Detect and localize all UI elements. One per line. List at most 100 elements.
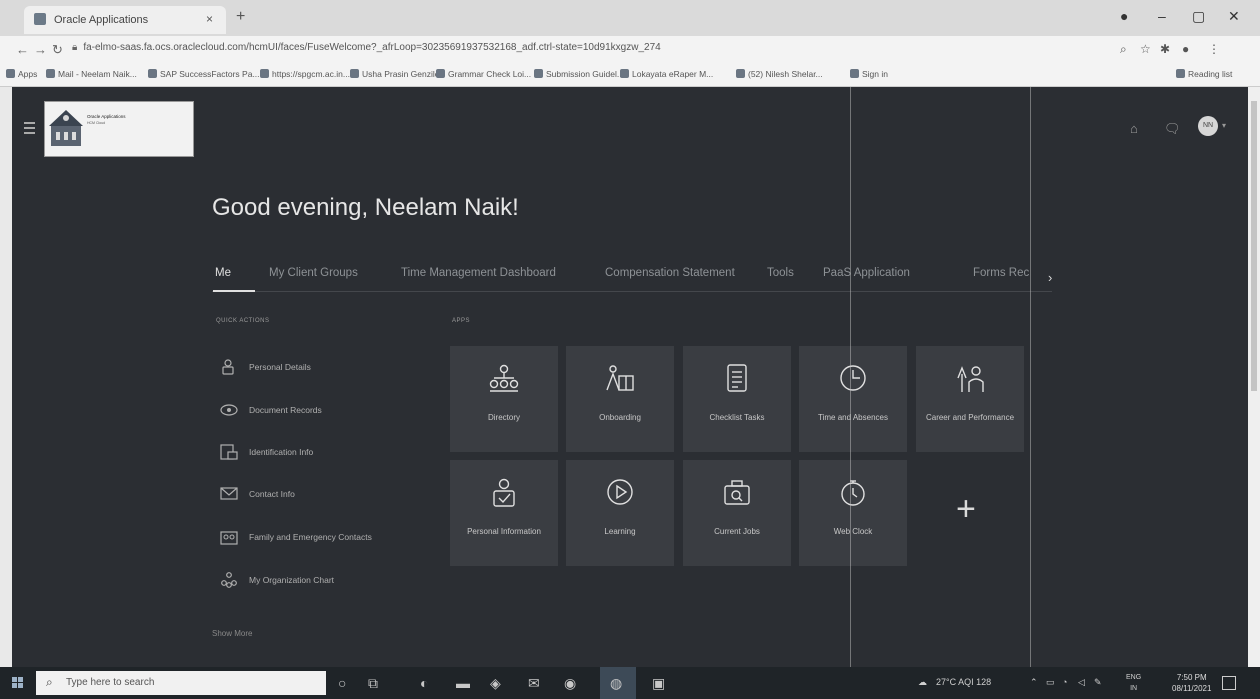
taskbar-clock[interactable]: 7:50 PM 08/11/2021 [1172,672,1211,694]
page-icon [850,69,859,78]
store-icon[interactable]: ◈ [490,675,501,692]
notifications-icon[interactable]: 🗨︎ [1164,121,1181,137]
forward-icon[interactable]: → [34,42,47,57]
bookmark-item[interactable]: Sign in [850,69,888,79]
bookmark-item[interactable]: Grammar Check Loi... [436,69,531,79]
quick-action-family-emergency-contacts[interactable]: Family and Emergency Contacts [216,528,416,548]
browser-tab-strip: Oracle Applications × + ● – ▢ ✕ [0,0,1260,36]
scan-line [1030,87,1031,667]
add-app-button[interactable]: + [916,460,1024,568]
app-tile-checklist-tasks[interactable]: Checklist Tasks [683,346,791,452]
app-tile-personal-information[interactable]: Personal Information [450,460,558,566]
reload-icon[interactable]: ↻ [52,42,63,58]
lock-icon: 🔒︎ [72,42,78,53]
tab-paas-application[interactable]: PaaS Application [823,267,910,279]
bookmark-item[interactable]: Submission Guidel... [534,69,624,79]
tab-my-client-groups[interactable]: My Client Groups [269,267,358,279]
volume-icon[interactable]: ◁ [1078,677,1085,688]
chrome-icon[interactable]: ◍ [610,675,622,692]
tab-time-management-dashboard[interactable]: Time Management Dashboard [401,267,556,279]
task-view-icon[interactable]: ⧉ [368,675,378,692]
quick-action-personal-details[interactable]: Personal Details [216,358,416,378]
notification-center-icon[interactable] [1222,676,1236,690]
page-scrollbar[interactable] [1248,87,1260,667]
weather-icon[interactable]: ☁ [918,677,927,688]
stopwatch-icon [841,480,865,506]
quick-action-identification-info[interactable]: Identification Info [216,443,416,463]
company-logo[interactable]: Oracle Applications HCM Cloud [44,101,194,157]
close-tab-icon[interactable]: × [206,12,213,26]
zoom-icon[interactable]: ⌕ [1120,42,1127,57]
apps-grid-icon [6,69,15,78]
app-icon[interactable]: ◉ [564,675,576,692]
windows-start-icon[interactable] [12,677,24,689]
restore-icon[interactable]: ▢ [1192,8,1205,25]
quick-action-contact-info[interactable]: Contact Info [216,485,416,505]
browser-menu-icon[interactable]: ⋮ [1208,42,1220,56]
clock-date: 08/11/2021 [1172,684,1212,693]
show-more-link[interactable]: Show More [212,629,252,638]
quick-action-document-records[interactable]: Document Records [216,401,416,421]
bookmark-item[interactable]: (52) Nilesh Shelar... [736,69,823,79]
close-window-icon[interactable]: ✕ [1228,8,1240,25]
chevron-down-icon[interactable]: ▾ [1222,121,1226,130]
app-tile-onboarding[interactable]: Onboarding [566,346,674,452]
url-field[interactable]: 🔒︎ fa-elmo-saas.fa.ocs.oraclecloud.com/hc… [72,42,1092,59]
network-icon[interactable]: ◔ [1062,677,1067,687]
new-tab-button[interactable]: + [236,8,245,26]
browser-tab[interactable]: Oracle Applications × [24,6,226,34]
app-tile-label: Career and Performance [925,413,1015,422]
edge-icon[interactable]: ◐ [420,675,428,691]
navigator-menu-icon[interactable] [24,122,35,134]
minimize-icon[interactable]: – [1158,8,1166,24]
photos-icon[interactable]: ▣ [652,675,665,692]
profile-dot-icon[interactable]: ● [1120,8,1128,24]
bookmark-item[interactable]: Apps [6,69,37,79]
bookmark-item[interactable]: Lokayata eRaper M... [620,69,713,79]
page-icon [350,69,359,78]
quick-action-label: My Organization Chart [249,575,335,585]
app-tile-directory[interactable]: Directory [450,346,558,452]
language-indicator[interactable]: ENG IN [1126,672,1141,694]
bookmark-star-icon[interactable]: ☆ [1140,42,1151,56]
user-avatar[interactable]: NN [1198,116,1218,136]
jobs-icon [724,480,750,505]
extensions-icon[interactable]: ✱ [1160,42,1170,56]
profile-avatar-icon[interactable]: ● [1182,42,1189,56]
bookmark-item[interactable]: Usha Prasin Genzile [350,69,439,79]
app-tile-learning[interactable]: Learning [566,460,674,566]
tab-tools[interactable]: Tools [767,267,794,279]
bookmark-item[interactable]: https://spgcm.ac.in... [260,69,350,79]
tabs-next-chevron-icon[interactable]: › [1048,270,1052,285]
file-explorer-icon[interactable]: ▬ [456,675,470,691]
mail-taskbar-icon[interactable]: ✉ [528,675,540,692]
app-tile-current-jobs[interactable]: Current Jobs [683,460,791,566]
tab-compensation-statement[interactable]: Compensation Statement [605,267,735,279]
bookmark-item[interactable]: SAP SuccessFactors Pa... [148,69,260,79]
app-tile-label: Directory [487,413,520,422]
back-icon[interactable]: ← [16,42,29,57]
org-chart-icon [221,572,237,588]
tab-me[interactable]: Me [215,267,231,279]
weather-text[interactable]: 27°C AQI 128 [936,677,991,687]
bookmark-item[interactable]: Mail - Neelam Naik... [46,69,137,79]
apps-label: APPS [452,318,471,324]
tab-forms-rec[interactable]: Forms Rec [973,267,1029,279]
app-tile-career-and-performance[interactable]: Career and Performance [916,346,1024,452]
app-tile-label: Current Jobs [714,527,760,536]
pen-icon[interactable]: ✎ [1094,677,1102,688]
home-icon[interactable]: ⌂ [1130,121,1138,136]
taskbar-search[interactable]: ⌕ Type here to search [36,671,326,695]
battery-icon[interactable]: ▭ [1046,677,1055,688]
reading-list[interactable]: Reading list [1176,69,1232,79]
cortana-icon[interactable]: ○ [338,675,346,691]
person-lock-icon [222,359,234,375]
tray-expand-icon[interactable]: ⌃ [1030,677,1038,688]
page-icon [436,69,445,78]
scroll-thumb[interactable] [1251,101,1257,391]
quick-action-my-organization-chart[interactable]: My Organization Chart [216,571,416,591]
active-tab-indicator [213,290,255,292]
app-tile-time-and-absences[interactable]: Time and Absences [799,346,907,452]
app-tile-web-clock[interactable]: Web Clock [799,460,907,566]
page-icon [260,69,269,78]
